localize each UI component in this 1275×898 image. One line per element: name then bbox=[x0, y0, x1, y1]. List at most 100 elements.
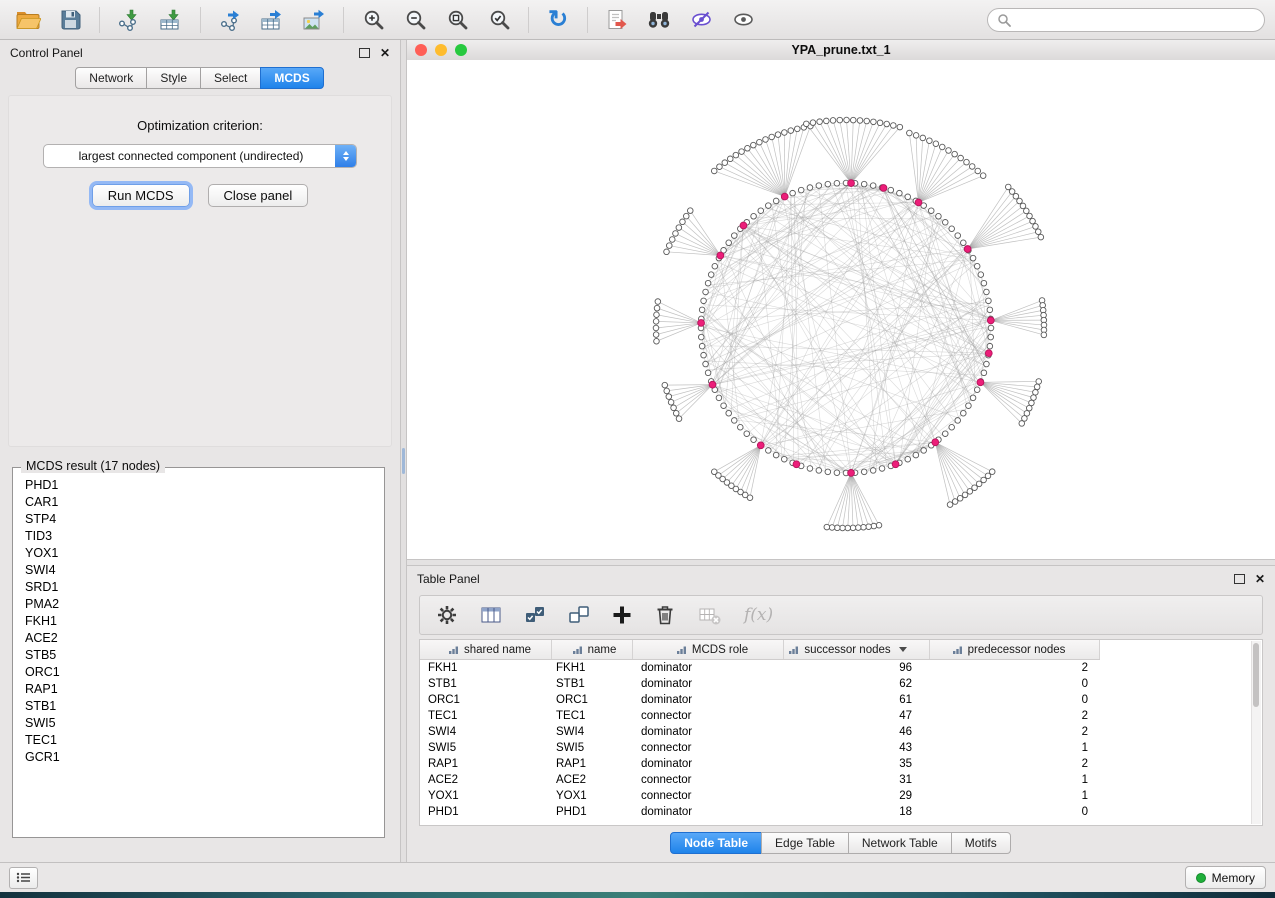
leaf-node[interactable] bbox=[946, 148, 952, 154]
table-cell[interactable]: connector bbox=[633, 772, 784, 788]
network-node[interactable] bbox=[986, 298, 992, 304]
table-cell[interactable]: 96 bbox=[784, 660, 930, 676]
leaf-node[interactable] bbox=[653, 332, 659, 338]
network-node[interactable] bbox=[888, 187, 894, 193]
criterion-dropdown[interactable]: largest connected component (undirected) bbox=[43, 144, 357, 168]
column-header-shared-name[interactable]: shared name bbox=[420, 640, 552, 659]
table-cell[interactable]: 61 bbox=[784, 692, 930, 708]
table-tab-network-table[interactable]: Network Table bbox=[848, 832, 952, 854]
dropdown-stepper-icon[interactable] bbox=[335, 145, 356, 167]
network-node[interactable] bbox=[870, 468, 876, 474]
network-node[interactable] bbox=[988, 325, 994, 331]
leaf-node[interactable] bbox=[654, 338, 660, 344]
leaf-node[interactable] bbox=[952, 499, 958, 505]
leaf-node[interactable] bbox=[871, 119, 877, 125]
network-node[interactable] bbox=[942, 431, 948, 437]
delete-row-button[interactable] bbox=[654, 604, 676, 626]
leaf-node[interactable] bbox=[794, 126, 800, 132]
network-node[interactable] bbox=[834, 180, 840, 186]
network-node[interactable] bbox=[703, 361, 709, 367]
leaf-node[interactable] bbox=[952, 151, 958, 157]
leaf-node[interactable] bbox=[850, 525, 856, 531]
leaf-node[interactable] bbox=[664, 388, 670, 394]
leaf-node[interactable] bbox=[745, 145, 751, 151]
leaf-node[interactable] bbox=[1041, 332, 1047, 338]
table-tab-edge-table[interactable]: Edge Table bbox=[761, 832, 849, 854]
zoom-out-button[interactable] bbox=[397, 5, 433, 35]
leaf-node[interactable] bbox=[897, 124, 903, 130]
table-cell[interactable]: TEC1 bbox=[420, 708, 552, 724]
leaf-node[interactable] bbox=[830, 118, 836, 124]
mcds-result-item[interactable]: SWI4 bbox=[15, 561, 382, 578]
leaf-node[interactable] bbox=[683, 213, 689, 219]
table-row[interactable]: ACE2ACE2connector311 bbox=[420, 772, 1262, 788]
leaf-node[interactable] bbox=[757, 139, 763, 145]
network-node[interactable] bbox=[913, 452, 919, 458]
delete-table-button[interactable] bbox=[698, 604, 722, 626]
table-cell[interactable]: YOX1 bbox=[420, 788, 552, 804]
table-cell[interactable]: 1 bbox=[930, 788, 1100, 804]
leaf-node[interactable] bbox=[1033, 224, 1039, 230]
table-row[interactable]: STB1STB1dominator620 bbox=[420, 676, 1262, 692]
network-node[interactable] bbox=[766, 448, 772, 454]
leaf-node[interactable] bbox=[864, 118, 870, 124]
leaf-node[interactable] bbox=[907, 130, 913, 136]
scrollbar-thumb[interactable] bbox=[1253, 643, 1259, 707]
dominator-node[interactable] bbox=[781, 193, 788, 200]
leaf-node[interactable] bbox=[1029, 400, 1035, 406]
network-node[interactable] bbox=[961, 410, 967, 416]
dominator-node[interactable] bbox=[848, 470, 855, 477]
network-node[interactable] bbox=[807, 185, 813, 191]
leaf-node[interactable] bbox=[1035, 229, 1041, 235]
zoom-selected-button[interactable] bbox=[481, 5, 517, 35]
leaf-node[interactable] bbox=[817, 119, 823, 125]
select-all-button[interactable] bbox=[524, 604, 546, 626]
network-node[interactable] bbox=[825, 181, 831, 187]
table-cell[interactable]: 1 bbox=[930, 740, 1100, 756]
mcds-result-item[interactable]: ACE2 bbox=[15, 629, 382, 646]
table-cell[interactable]: connector bbox=[633, 708, 784, 724]
network-node[interactable] bbox=[987, 343, 993, 349]
table-cell[interactable]: STB1 bbox=[552, 676, 633, 692]
open-session-button[interactable] bbox=[10, 5, 46, 35]
network-node[interactable] bbox=[790, 190, 796, 196]
mcds-result-item[interactable]: STB1 bbox=[15, 697, 382, 714]
leaf-node[interactable] bbox=[884, 121, 890, 127]
leaf-node[interactable] bbox=[824, 524, 830, 530]
table-cell[interactable]: 2 bbox=[930, 756, 1100, 772]
leaf-node[interactable] bbox=[804, 121, 810, 127]
leaf-node[interactable] bbox=[671, 405, 677, 411]
network-node[interactable] bbox=[928, 208, 934, 214]
column-header-successor-nodes[interactable]: successor nodes bbox=[784, 640, 930, 659]
mcds-result-item[interactable]: RAP1 bbox=[15, 680, 382, 697]
network-node[interactable] bbox=[731, 233, 737, 239]
leaf-node[interactable] bbox=[1009, 189, 1015, 195]
table-cell[interactable]: STB1 bbox=[420, 676, 552, 692]
table-cell[interactable]: SWI5 bbox=[420, 740, 552, 756]
leaf-node[interactable] bbox=[782, 130, 788, 136]
network-node[interactable] bbox=[721, 403, 727, 409]
mcds-result-item[interactable]: YOX1 bbox=[15, 544, 382, 561]
dominator-node[interactable] bbox=[932, 439, 939, 446]
zoom-fit-button[interactable] bbox=[439, 5, 475, 35]
network-node[interactable] bbox=[731, 418, 737, 424]
table-cell[interactable]: PHD1 bbox=[420, 804, 552, 820]
leaf-node[interactable] bbox=[666, 243, 672, 249]
table-row[interactable]: ORC1ORC1dominator610 bbox=[420, 692, 1262, 708]
leaf-node[interactable] bbox=[933, 141, 939, 147]
mcds-result-item[interactable]: TEC1 bbox=[15, 731, 382, 748]
leaf-node[interactable] bbox=[845, 525, 851, 531]
table-cell[interactable]: ORC1 bbox=[552, 692, 633, 708]
network-node[interactable] bbox=[773, 198, 779, 204]
leaf-node[interactable] bbox=[962, 492, 968, 498]
sort-chevron-icon[interactable] bbox=[899, 647, 907, 652]
leaf-node[interactable] bbox=[655, 299, 661, 305]
mcds-result-item[interactable]: TID3 bbox=[15, 527, 382, 544]
leaf-node[interactable] bbox=[727, 156, 733, 162]
leaf-node[interactable] bbox=[664, 249, 670, 255]
network-node[interactable] bbox=[978, 272, 984, 278]
network-node[interactable] bbox=[708, 272, 714, 278]
network-node[interactable] bbox=[699, 307, 705, 313]
leaf-node[interactable] bbox=[871, 523, 877, 529]
leaf-node[interactable] bbox=[947, 502, 953, 508]
